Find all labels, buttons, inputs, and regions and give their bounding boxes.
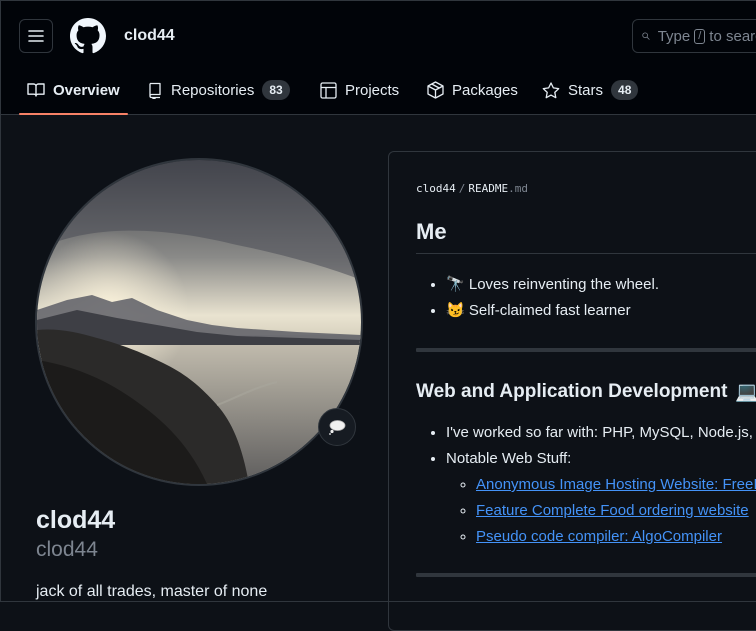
status-button[interactable] [318, 408, 356, 446]
laptop-emoji-icon: 💻 [735, 380, 756, 404]
list-item: I've worked so far with: PHP, MySQL, Nod… [446, 420, 756, 446]
avatar[interactable] [35, 158, 363, 486]
list-item: Notable Web Stuff: Anonymous Image Hosti… [446, 446, 756, 550]
cat-emoji-icon: 😼 [446, 302, 465, 319]
active-tab-underline [19, 113, 128, 115]
heading-divider [416, 253, 756, 254]
profile-full-name: clod44 [36, 506, 116, 534]
thought-balloon-icon [329, 420, 346, 435]
stars-count-badge: 48 [611, 80, 639, 100]
star-icon [542, 81, 560, 98]
avatar-landscape-image [37, 160, 361, 484]
tab-projects-label: Projects [345, 81, 400, 99]
readme-breadcrumb: clod44/README.md [416, 182, 528, 195]
github-logo-icon[interactable] [70, 18, 106, 54]
readme-heading-web-dev: Web and Application Development 💻 [416, 380, 756, 404]
search-input[interactable]: Type / to search [632, 19, 756, 53]
list-item: Pseudo code compiler: AlgoCompiler [476, 524, 756, 550]
readme-path-separator: / [458, 182, 466, 195]
readme-file-name[interactable]: README [468, 182, 508, 195]
tab-overview-label: Overview [53, 81, 120, 99]
package-icon [427, 81, 444, 99]
image-hosting-link[interactable]: Anonymous Image Hosting Website: FreeIma… [476, 476, 756, 493]
repo-icon [149, 82, 161, 99]
tab-repositories-label: Repositories [171, 81, 255, 99]
list-item: Anonymous Image Hosting Website: FreeIma… [476, 472, 756, 498]
profile-bio: jack of all trades, master of none [36, 583, 268, 600]
list-item: Feature Complete Food ordering website [476, 498, 756, 524]
section-divider [416, 573, 756, 577]
list-item: 😼 Self-claimed fast learner [446, 298, 659, 324]
repositories-count-badge: 83 [262, 80, 290, 100]
top-header: clod44 Type / to search Overview Reposit… [0, 0, 756, 115]
web-dev-list: I've worked so far with: PHP, MySQL, Nod… [416, 420, 756, 550]
tab-repositories[interactable]: Repositories 83 [147, 66, 290, 114]
hamburger-icon [28, 30, 44, 42]
telescope-emoji-icon: 🔭 [446, 276, 465, 293]
book-icon [27, 83, 45, 97]
tab-stars-label: Stars [568, 81, 604, 99]
search-placeholder-suffix: to search [709, 27, 756, 45]
tab-projects[interactable]: Projects [320, 66, 399, 114]
tab-overview[interactable]: Overview [19, 66, 128, 115]
notable-links-list: Anonymous Image Hosting Website: FreeIma… [446, 472, 756, 550]
me-list: 🔭 Loves reinventing the wheel. 😼 Self-cl… [416, 272, 659, 324]
search-icon [642, 32, 650, 40]
list-item: 🔭 Loves reinventing the wheel. [446, 272, 659, 298]
profile-avatar-container [35, 158, 363, 486]
readme-file-extension: .md [508, 182, 528, 195]
tab-packages-label: Packages [452, 81, 518, 99]
tab-packages[interactable]: Packages [427, 66, 518, 114]
algocompiler-link[interactable]: Pseudo code compiler: AlgoCompiler [476, 528, 722, 545]
readme-heading-me: Me [416, 219, 447, 244]
header-username-link[interactable]: clod44 [124, 27, 175, 45]
search-placeholder-prefix: Type [657, 27, 691, 45]
table-icon [320, 81, 337, 99]
food-ordering-link[interactable]: Feature Complete Food ordering website [476, 502, 749, 519]
search-shortcut-key: / [694, 28, 706, 44]
profile-login: clod44 [36, 538, 98, 561]
hamburger-menu-button[interactable] [19, 19, 53, 53]
section-divider [416, 348, 756, 352]
tab-stars[interactable]: Stars 48 [542, 66, 639, 114]
readme-card: clod44/README.md Me 🔭 Loves reinventing … [388, 151, 756, 631]
readme-owner-link[interactable]: clod44 [416, 182, 456, 195]
